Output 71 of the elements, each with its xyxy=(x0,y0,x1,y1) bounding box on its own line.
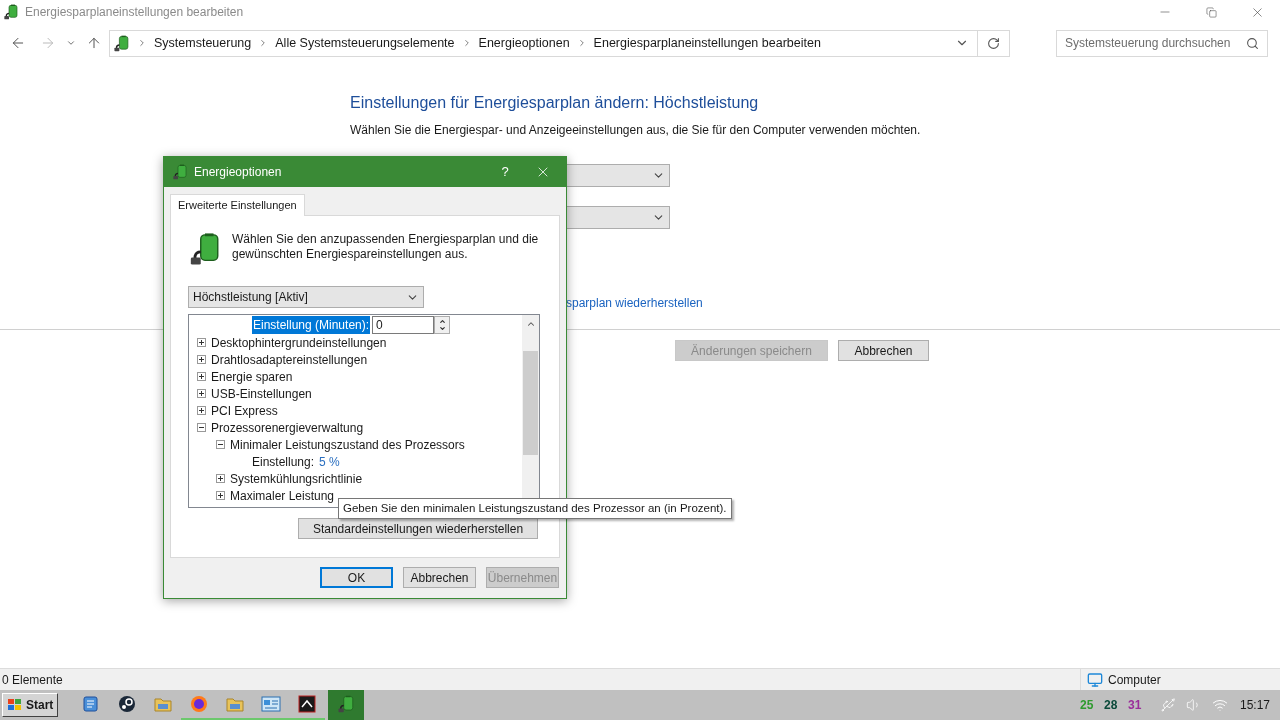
collapse-toggle[interactable] xyxy=(197,423,206,432)
folder-icon xyxy=(226,695,245,713)
computer-icon xyxy=(1087,671,1103,688)
tree-item[interactable]: Systemkühlungsrichtlinie xyxy=(230,469,363,488)
tree-item[interactable]: Maximaler Leistung xyxy=(230,486,335,505)
expand-toggle[interactable] xyxy=(197,406,206,415)
breadcrumb[interactable]: Systemsteuerung xyxy=(154,33,252,53)
expand-toggle[interactable] xyxy=(197,355,206,364)
notepad-icon xyxy=(82,695,101,713)
tab[interactable]: Erweiterte Einstellungen xyxy=(170,194,305,216)
breadcrumb[interactable]: Energiesparplaneinstellungen bearbeiten xyxy=(593,33,821,53)
tree-item[interactable]: USB-Einstellungen xyxy=(211,384,312,403)
taskbar-app[interactable] xyxy=(328,690,365,720)
window-title: Energiesparplaneinstellungen bearbeiten xyxy=(25,4,244,21)
refresh-icon xyxy=(987,36,1000,50)
tree-item[interactable]: Drahtlosadaptereinstellungen xyxy=(211,350,368,369)
tree-item[interactable]: Desktophintergrundeinstellungen xyxy=(211,333,387,352)
breadcrumb[interactable]: Alle Systemsteuerungselemente xyxy=(275,33,455,53)
expand-toggle[interactable] xyxy=(216,491,225,500)
location-label: Computer xyxy=(1108,671,1161,689)
browser-icon xyxy=(190,695,209,713)
tree-item[interactable]: Minimaler Leistungszustand des Prozessors xyxy=(230,435,465,454)
location-icon xyxy=(113,34,130,52)
restore-defaults-button[interactable]: Standardeinstellungen wiederherstellen xyxy=(298,518,538,539)
restore-link[interactable]: sparplan wiederherstellen xyxy=(566,294,1280,312)
item-count: 0 Elemente xyxy=(1,671,64,689)
history-dropdown-icon[interactable] xyxy=(66,38,76,48)
tooltip: Geben Sie den minimalen Leistungszustand des Prozessor an (in Prozent). xyxy=(338,498,732,519)
page-subtitle: Wählen Sie die Energiespar- und Anzeigeeinstellungen aus, die Sie für den Computer verwenden möchten. xyxy=(350,122,922,139)
scroll-up-icon[interactable] xyxy=(525,319,536,329)
page-heading: Einstellungen für Energiesparplan ändern: Höchstleistung xyxy=(350,93,760,113)
intro-text: Wählen Sie den anzupassenden Energiesparplan und die gewünschten Energiespareinstellungen aus. xyxy=(232,232,540,262)
minutes-field[interactable]: 0 xyxy=(372,316,435,334)
help-button[interactable]: ? xyxy=(490,157,520,187)
window-icon xyxy=(3,4,19,20)
expand-toggle[interactable] xyxy=(197,389,206,398)
folder-icon xyxy=(154,695,173,713)
collapse-toggle[interactable] xyxy=(216,440,225,449)
tree-item[interactable]: Energie sparen xyxy=(211,367,293,386)
search-icon[interactable] xyxy=(1246,36,1259,50)
tree-item[interactable]: PCI Express xyxy=(211,401,278,420)
search-field[interactable]: Systemsteuerung durchsuchen xyxy=(1056,29,1268,57)
dialog-button[interactable]: OK xyxy=(320,567,393,588)
dialog-button[interactable]: Abbrechen xyxy=(403,567,476,588)
separator-icon xyxy=(137,38,147,48)
steam-icon xyxy=(118,695,137,713)
breadcrumb[interactable]: Energieoptionen xyxy=(478,33,570,53)
page-button[interactable]: Abbrechen xyxy=(838,340,929,361)
restore-icon xyxy=(1205,6,1217,18)
windows-flag-icon xyxy=(7,698,23,712)
tray-number[interactable]: 31 xyxy=(1127,696,1142,714)
clock[interactable]: 15:17 xyxy=(1239,696,1270,714)
expand-toggle[interactable] xyxy=(197,372,206,381)
setting-value[interactable]: 5 % xyxy=(319,452,340,471)
plan-dropdown[interactable]: Höchstleistung [Aktiv] xyxy=(188,286,424,308)
setting-label[interactable]: Einstellung (Minuten): xyxy=(252,316,371,334)
up-icon[interactable] xyxy=(86,35,102,51)
spin-buttons[interactable] xyxy=(434,316,451,334)
power-plan-icon xyxy=(337,695,356,713)
address-bar[interactable]: Systemsteuerung Alle Systemsteuerungselemente Energieoptionen Energiesparplaneinstellungen bearbeiten xyxy=(109,29,1010,57)
setting-label[interactable]: Einstellung: xyxy=(252,452,315,471)
expand-toggle[interactable] xyxy=(216,474,225,483)
terminal-icon xyxy=(298,695,317,713)
tree-item[interactable]: Prozessorenergieverwaltung xyxy=(211,418,364,437)
start-button[interactable]: Start xyxy=(2,693,59,717)
dialog-icon xyxy=(172,164,188,180)
dialog-title: Energieoptionen xyxy=(194,164,283,181)
back-icon[interactable] xyxy=(10,35,26,51)
control-panel-icon xyxy=(261,695,282,713)
expand-toggle[interactable] xyxy=(197,338,206,347)
tray-number[interactable]: 28 xyxy=(1103,696,1118,714)
